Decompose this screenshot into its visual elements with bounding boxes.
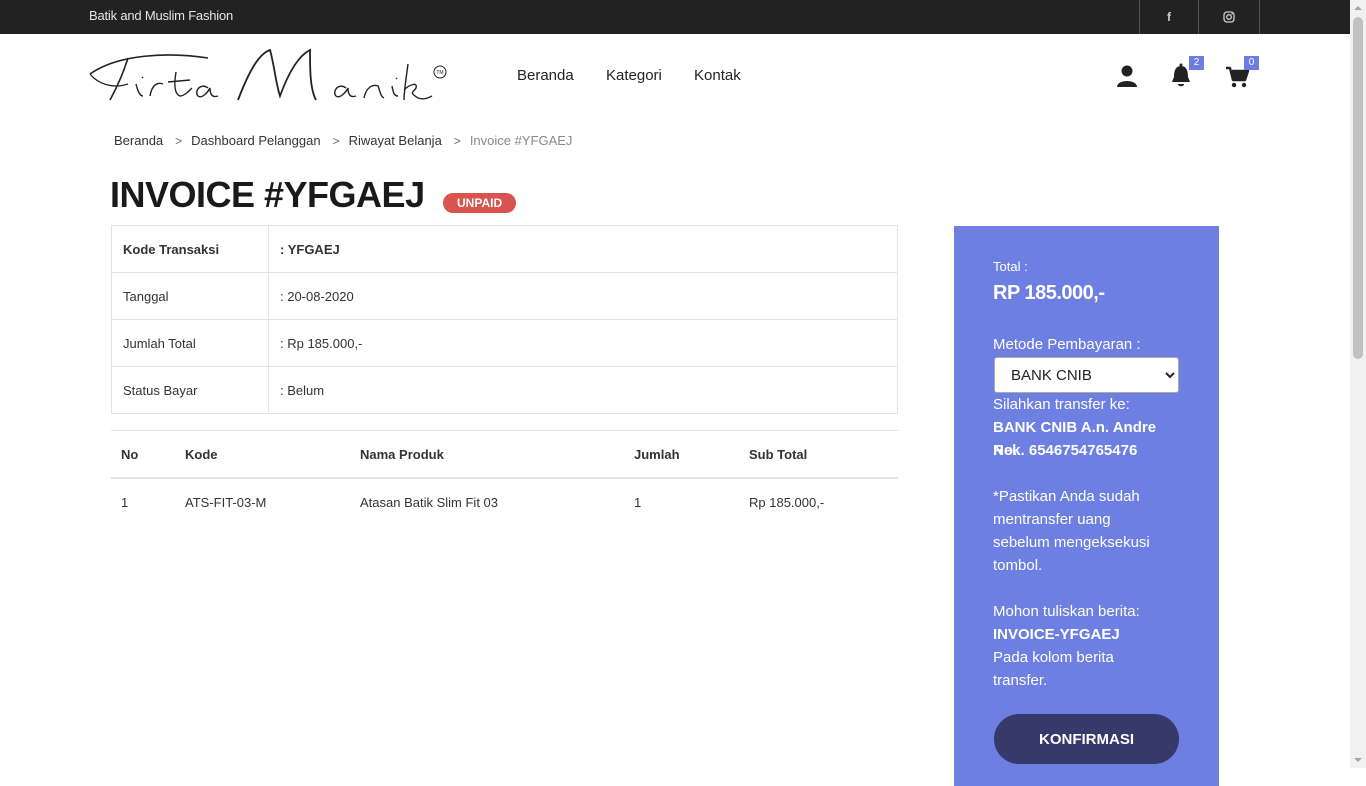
cart-count-badge: 0	[1244, 56, 1259, 70]
cell-sub-total: Rp 185.000,-	[749, 494, 825, 510]
column-header-nama-produk: Nama Produk	[350, 430, 624, 479]
detail-label: Status Bayar	[111, 366, 269, 414]
facebook-icon[interactable]: f	[1139, 0, 1198, 34]
chevron-right-icon: >	[175, 134, 183, 148]
breadcrumb: Beranda > Dashboard Pelanggan > Riwayat Bela…	[114, 133, 572, 148]
table-row: 1 ATS-FIT-03-M Atasan Batik Slim Fit 03 …	[111, 478, 898, 525]
page-title: INVOICE #YFGAEJ	[110, 174, 425, 215]
message-note: Pada kolom berita transfer.	[993, 649, 1114, 689]
column-header-kode: Kode	[175, 430, 350, 479]
detail-value: : YFGAEJ	[268, 225, 898, 273]
cell-jumlah: 1	[634, 494, 642, 510]
breadcrumb-riwayat[interactable]: Riwayat Belanja	[349, 133, 442, 148]
breadcrumb-beranda[interactable]: Beranda	[114, 133, 163, 148]
nav-kategori[interactable]: Kategori	[606, 67, 662, 84]
table-row: Jumlah Total : Rp 185.000,-	[111, 319, 898, 367]
column-header-no: No	[111, 430, 175, 479]
column-header-jumlah: Jumlah	[624, 430, 739, 479]
cell-kode: ATS-FIT-03-M	[185, 494, 267, 510]
products-table: No Kode Nama Produk Jumlah Sub Total 1 A…	[111, 430, 898, 525]
table-row: Tanggal : 20-08-2020	[111, 272, 898, 320]
table-row: Status Bayar : Belum	[111, 366, 898, 414]
tagline: Batik and Muslim Fashion	[89, 8, 234, 23]
nav-beranda[interactable]: Beranda	[517, 67, 574, 84]
chevron-right-icon: >	[332, 134, 340, 148]
cell-no: 1	[121, 494, 129, 510]
transfer-note: *Pastikan Anda sudah mentransfer uang se…	[993, 488, 1150, 574]
instagram-glyph	[1223, 11, 1235, 23]
detail-label: Jumlah Total	[111, 319, 269, 367]
breadcrumb-current: Invoice #YFGAEJ	[469, 133, 573, 148]
scroll-down-icon[interactable]	[1350, 752, 1366, 768]
table-header-row: No Kode Nama Produk Jumlah Sub Total	[111, 430, 898, 479]
chevron-right-icon: >	[453, 134, 461, 148]
table-row: Kode Transaksi : YFGAEJ	[111, 225, 898, 273]
brand-logo[interactable]: TM	[88, 44, 453, 106]
payment-panel: Total : RP 185.000,- Metode Pembayaran :…	[954, 226, 1219, 786]
payment-method-select[interactable]: BANK CNIB	[994, 357, 1179, 393]
message-label: Mohon tuliskan berita:	[993, 603, 1140, 620]
detail-label: Tanggal	[111, 272, 269, 320]
nav-kontak[interactable]: Kontak	[694, 67, 741, 84]
notification-count-badge: 2	[1189, 56, 1204, 70]
status-badge: UNPAID	[443, 193, 517, 213]
scroll-up-icon[interactable]	[1350, 0, 1366, 16]
transfer-label: Silahkan transfer ke:	[993, 396, 1130, 413]
invoice-details-table: Kode Transaksi : YFGAEJ Tanggal : 20-08-…	[111, 225, 898, 414]
detail-value: : Rp 185.000,-	[268, 319, 898, 367]
total-value: RP 185.000,-	[993, 282, 1105, 304]
detail-value: : Belum	[268, 366, 898, 414]
scrollbar-thumb[interactable]	[1353, 17, 1363, 359]
top-bar: Batik and Muslim Fashion f	[0, 0, 1350, 34]
payment-method-label: Metode Pembayaran :	[993, 336, 1141, 353]
message-code: INVOICE-YFGAEJ	[993, 626, 1120, 643]
column-header-sub-total: Sub Total	[739, 430, 898, 479]
transfer-account-line2: Rek. 6546754765476	[993, 442, 1138, 459]
confirm-button[interactable]: KONFIRMASI	[994, 714, 1179, 764]
instagram-icon[interactable]	[1198, 0, 1260, 34]
detail-value: : 20-08-2020	[268, 272, 898, 320]
breadcrumb-dashboard[interactable]: Dashboard Pelanggan	[191, 133, 320, 148]
user-icon[interactable]	[1115, 62, 1141, 90]
detail-label: Kode Transaksi	[111, 225, 269, 273]
cell-nama-produk: Atasan Batik Slim Fit 03	[360, 494, 498, 510]
trademark-mark: TM	[436, 70, 443, 76]
total-label: Total :	[993, 259, 1028, 274]
